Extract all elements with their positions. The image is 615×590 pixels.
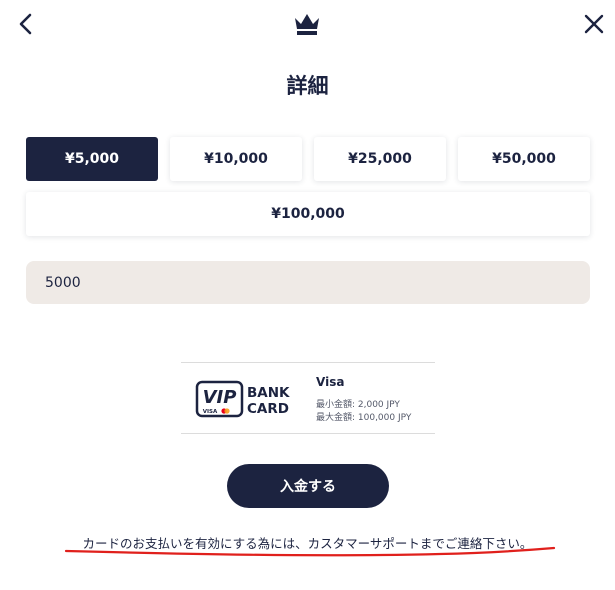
svg-text:BANK: BANK [247,385,290,401]
vip-bank-card-logo: VIP VISA BANK CARD [195,380,290,418]
close-icon [584,14,604,34]
crown-icon [295,14,319,35]
payment-method-name: Visa [316,375,345,389]
max-amount: 最大金額: 100,000 JPY [316,413,412,423]
svg-text:VISA: VISA [203,409,218,415]
amount-option-25000[interactable]: ¥25,000 [314,137,446,181]
close-button[interactable] [579,8,609,40]
svg-text:VIP: VIP [203,387,237,408]
amount-option-5000[interactable]: ¥5,000 [26,137,158,181]
deposit-button[interactable]: 入金する [227,464,389,508]
payment-method-visa[interactable]: VIP VISA BANK CARD Visa 最小金額: 2,000 JPY … [181,362,435,434]
red-underline-annotation [64,546,556,557]
amount-option-100000[interactable]: ¥100,000 [26,192,590,236]
page-title: 詳細 [286,74,329,98]
amount-option-10000[interactable]: ¥10,000 [170,137,302,181]
back-button[interactable] [10,8,40,40]
min-amount: 最小金額: 2,000 JPY [316,400,400,410]
svg-text:CARD: CARD [247,401,289,417]
amount-option-50000[interactable]: ¥50,000 [458,137,590,181]
chevron-left-icon [19,13,32,35]
amount-input[interactable] [26,261,590,304]
